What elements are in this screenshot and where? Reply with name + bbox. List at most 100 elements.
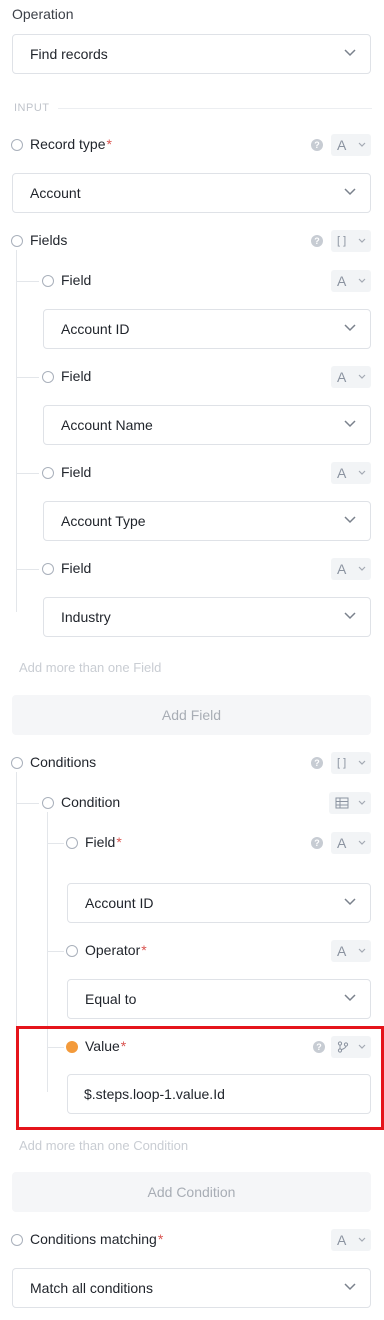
record-type-status-icon [11,139,23,151]
chevron-down-icon [344,1283,356,1291]
conditions-status-icon [11,757,23,769]
add-condition-hint: Add more than one Condition [19,1138,189,1153]
tree-branch [17,377,39,378]
highlight-box [16,1026,384,1130]
condition-field-status-icon [66,837,78,849]
operator-value: Equal to [85,991,137,1007]
operator-label-text: Operator [85,942,141,958]
condition-field-value: Account ID [85,895,154,911]
field-status-icon [42,371,54,383]
required-marker: * [157,1231,164,1247]
operator-status-icon [66,945,78,957]
operator-type-button[interactable]: A [331,940,371,962]
fields-label: Fields [30,232,68,248]
required-marker: * [116,834,122,850]
conditions-matching-type-button[interactable]: A [331,1229,371,1251]
record-type-type-button[interactable]: A [331,134,371,156]
field-status-icon [42,467,54,479]
condition-field-label-text: Field [85,834,116,850]
chevron-down-icon [358,566,366,571]
conditions-matching-value: Match all conditions [30,1280,153,1296]
input-section-label: INPUT [14,102,50,114]
field-status-icon [42,275,54,287]
chevron-down-icon [358,470,366,475]
field-value: Account ID [61,321,130,337]
text-type-icon: A [337,369,347,385]
field-select[interactable]: Industry [43,597,371,637]
text-type-icon: A [337,561,347,577]
chevron-down-icon [358,238,366,243]
add-field-hint: Add more than one Field [19,660,162,675]
condition-field-select[interactable]: Account ID [67,883,371,923]
chevron-down-icon [344,324,356,332]
operator-select[interactable]: Equal to [67,979,371,1019]
chevron-down-icon [344,516,356,524]
condition-label: Condition [61,794,121,810]
field-type-button[interactable]: A [331,462,371,484]
fields-tree-line [16,250,17,612]
chevron-down-icon [344,898,356,906]
help-icon[interactable]: ? [311,235,323,247]
chevron-down-icon [358,800,366,805]
text-type-icon: A [337,835,347,851]
help-icon[interactable]: ? [311,139,323,151]
field-type-button[interactable]: A [331,366,371,388]
chevron-down-icon [344,994,356,1002]
chevron-down-icon [358,1237,366,1242]
field-label: Field [61,560,92,576]
list-type-icon: [ ] [337,235,347,247]
text-type-icon: A [337,273,347,289]
field-label: Field [61,464,92,480]
help-icon[interactable]: ? [311,837,323,849]
record-type-label-text: Record type [30,136,106,152]
list-type-icon: [ ] [337,757,347,769]
operation-value: Find records [30,46,108,62]
fields-status-icon [11,235,23,247]
chevron-down-icon [358,948,366,953]
table-icon [335,797,349,809]
section-divider [58,108,372,109]
chevron-down-icon [358,278,366,283]
chevron-down-icon [358,840,366,845]
record-type-label: Record type * [30,136,112,152]
chevron-down-icon [344,612,356,620]
field-label: Field [61,368,92,384]
tree-branch [17,569,39,570]
tree-branch [48,843,64,844]
add-condition-button[interactable]: Add Condition [12,1172,371,1212]
fields-type-button[interactable]: [ ] [331,230,371,252]
chevron-down-icon [358,142,366,147]
chevron-down-icon [344,49,356,57]
condition-type-button[interactable] [329,792,371,814]
add-field-button[interactable]: Add Field [12,695,371,735]
field-select[interactable]: Account Type [43,501,371,541]
conditions-matching-label: Conditions matching * [30,1231,163,1247]
field-value: Account Type [61,513,146,529]
operator-label: Operator * [85,942,147,958]
field-select[interactable]: Account Name [43,405,371,445]
text-type-icon: A [337,137,347,153]
conditions-matching-label-text: Conditions matching [30,1231,157,1247]
operation-label: Operation [12,6,74,22]
required-marker: * [141,942,147,958]
conditions-matching-select[interactable]: Match all conditions [12,1268,371,1308]
required-marker: * [106,136,112,152]
conditions-matching-status-icon [11,1234,23,1246]
field-select[interactable]: Account ID [43,309,371,349]
field-type-button[interactable]: A [331,558,371,580]
help-icon[interactable]: ? [311,757,323,769]
tree-branch [17,281,39,282]
conditions-label: Conditions [30,754,97,770]
field-type-button[interactable]: A [331,270,371,292]
record-type-select[interactable]: Account [12,173,371,213]
chevron-down-icon [358,374,366,379]
tree-branch [17,803,39,804]
conditions-type-button[interactable]: [ ] [331,752,371,774]
text-type-icon: A [337,943,347,959]
condition-field-label: Field * [85,834,122,850]
field-value: Account Name [61,417,153,433]
operation-select[interactable]: Find records [12,34,371,74]
condition-field-type-button[interactable]: A [331,832,371,854]
tree-branch [17,473,39,474]
field-status-icon [42,563,54,575]
